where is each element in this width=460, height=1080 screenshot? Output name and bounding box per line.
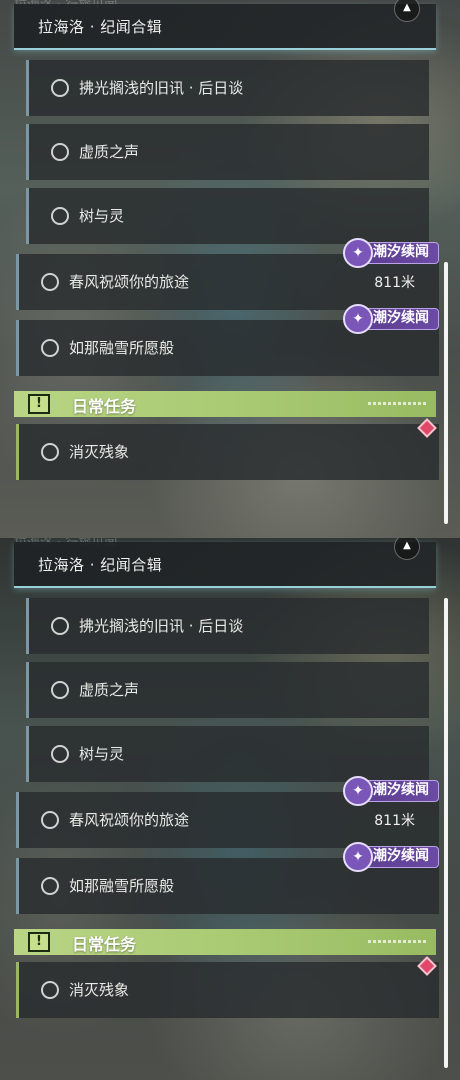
tidal-badge: ✦ 潮汐续闻 [343,776,439,806]
quest-group-title: 拉海洛 · 纪闻合辑 [38,18,163,36]
sub-quest-item[interactable]: 拂光搁浅的旧讯 · 后日谈 [26,60,429,116]
collapse-icon[interactable]: ▲ [394,538,420,560]
distance-readout: 811米 [374,813,415,829]
quest-group-header[interactable]: 拉海洛 · 纪闻合辑 ▲ [14,538,436,588]
quest-group-header[interactable]: 拉海洛 · 纪闻合辑 ▲ [14,0,436,50]
quest-status-circle-icon [51,681,69,699]
quest-status-circle-icon [41,877,59,895]
sub-quest-label: 虚质之声 [79,681,140,699]
daily-tasks-header[interactable]: ! 日常任务 [14,391,436,417]
daily-quest-item[interactable]: 消灭残象 [16,424,439,480]
scrollbar-thumb[interactable] [444,598,448,1068]
main-quest-item[interactable]: 春风祝颂你的旅途 ✦ 潮汐续闻 811米 [16,238,439,310]
daily-tasks-title: 日常任务 [72,935,137,954]
scrollbar[interactable] [444,598,448,1068]
sub-quest-label: 树与灵 [79,745,125,763]
quest-status-circle-icon [51,617,69,635]
sub-quest-item[interactable]: 拂光搁浅的旧讯 · 后日谈 [26,598,429,654]
main-quest-label: 如那融雪所愿般 [69,339,175,357]
quest-status-circle-icon [51,207,69,225]
main-quest-label: 春风祝颂你的旅途 [69,811,190,829]
decorative-dots [368,402,426,405]
daily-quest-item[interactable]: 消灭残象 [16,962,439,1018]
scrollbar-thumb[interactable] [444,262,448,524]
sub-quest-item[interactable]: 虚质之声 [26,124,429,180]
tidal-badge: ✦ 潮汐续闻 [343,842,439,872]
tidal-emblem-icon: ✦ [343,776,373,806]
quest-status-circle-icon [41,811,59,829]
quest-status-circle-icon [41,443,59,461]
quest-panel-bottom: 拉海洛 · 行旅见闻 拉海洛 · 纪闻合辑 ▲ 拂光搁浅的旧讯 · 后日谈 虚质… [0,538,460,1080]
badge-text: 潮汐续闻 [373,310,429,326]
tidal-emblem-icon: ✦ [343,842,373,872]
quest-status-circle-icon [41,981,59,999]
daily-tasks-header[interactable]: ! 日常任务 [14,929,436,955]
quest-status-circle-icon [41,273,59,291]
quest-group-title: 拉海洛 · 纪闻合辑 [38,556,163,574]
alert-icon: ! [28,394,50,414]
quest-status-circle-icon [51,143,69,161]
sub-quest-label: 虚质之声 [79,143,140,161]
daily-quest-label: 消灭残象 [69,981,130,999]
main-quest-item[interactable]: 如那融雪所愿般 ✦ 潮汐续闻 [16,842,439,914]
distance-readout: 811米 [374,275,415,291]
sub-quest-label: 树与灵 [79,207,125,225]
sub-quest-label: 拂光搁浅的旧讯 · 后日谈 [79,617,244,635]
quest-panel-top: 拉海洛 · 行旅见闻 拉海洛 · 纪闻合辑 ▲ 拂光搁浅的旧讯 · 后日谈 虚质… [0,0,460,538]
sub-quest-item[interactable]: 树与灵 [26,726,429,782]
daily-tasks-title: 日常任务 [72,397,137,416]
sub-quest-item[interactable]: 虚质之声 [26,662,429,718]
tidal-emblem-icon: ✦ [343,304,373,334]
sub-quest-item[interactable]: 树与灵 [26,188,429,244]
collapse-icon[interactable]: ▲ [394,0,420,22]
main-quest-label: 如那融雪所愿般 [69,877,175,895]
scrollbar[interactable] [444,262,448,524]
main-quest-item[interactable]: 如那融雪所愿般 ✦ 潮汐续闻 [16,304,439,376]
tidal-badge: ✦ 潮汐续闻 [343,238,439,268]
decorative-dots [368,940,426,943]
quest-status-circle-icon [51,745,69,763]
tidal-badge: ✦ 潮汐续闻 [343,304,439,334]
main-quest-label: 春风祝颂你的旅途 [69,273,190,291]
alert-icon: ! [28,932,50,952]
daily-quest-label: 消灭残象 [69,443,130,461]
badge-text: 潮汐续闻 [373,848,429,864]
quest-status-circle-icon [51,79,69,97]
badge-text: 潮汐续闻 [373,782,429,798]
quest-status-circle-icon [41,339,59,357]
sub-quest-label: 拂光搁浅的旧讯 · 后日谈 [79,79,244,97]
main-quest-item[interactable]: 春风祝颂你的旅途 ✦ 潮汐续闻 811米 [16,776,439,848]
tidal-emblem-icon: ✦ [343,238,373,268]
badge-text: 潮汐续闻 [373,244,429,260]
